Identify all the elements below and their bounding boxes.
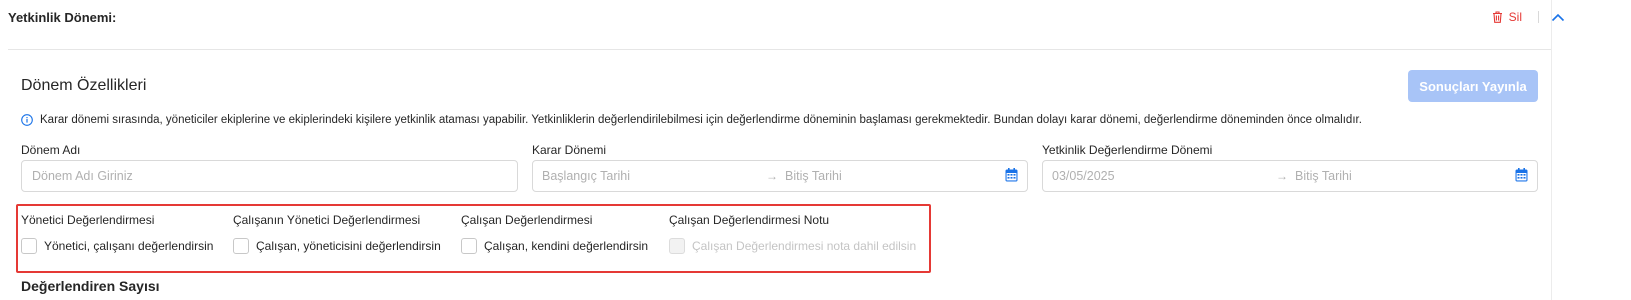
section-title: Dönem Özellikleri [21,77,147,94]
checkbox-label: Çalışan, kendini değerlendirsin [484,239,649,253]
period-name-label: Dönem Adı [21,143,81,157]
manager-evaluation-checkbox[interactable]: Yönetici, çalışanı değerlendirsin [21,238,213,254]
checkbox-label: Yönetici, çalışanı değerlendirsin [44,239,214,253]
calendar-icon[interactable] [1515,168,1528,182]
evaluation-period-label: Yetkinlik Değerlendirme Dönemi [1042,143,1213,157]
calendar-icon[interactable] [1005,168,1018,182]
next-section-title: Değerlendiren Sayısı [21,278,160,294]
checkbox-box[interactable] [233,238,249,254]
upward-evaluation-title: Çalışanın Yönetici Değerlendirmesi [233,213,421,227]
period-name-field [21,160,518,192]
range-arrow-icon: → [766,169,778,183]
header-divider [1538,11,1539,23]
evaluation-end-date[interactable]: Bitiş Tarihi [1295,161,1352,191]
checkbox-box[interactable] [21,238,37,254]
self-evaluation-score-checkbox: Çalışan Değerlendirmesi nota dahil edils… [669,238,916,254]
period-header: Yetkinlik Dönemi: Sil [0,0,1631,36]
delete-label: Sil [1508,10,1522,24]
period-header-title: Yetkinlik Dönemi: [8,10,117,25]
info-message: Karar dönemi sırasında, yöneticiler ekip… [21,114,1362,126]
evaluation-period-range[interactable]: 03/05/2025 → Bitiş Tarihi [1042,160,1538,192]
header-actions: Sil [1492,10,1565,24]
checkbox-box [669,238,685,254]
publish-results-button[interactable]: Sonuçları Yayınla [1408,70,1538,102]
decision-period-range[interactable]: Başlangıç Tarihi → Bitiş Tarihi [532,160,1028,192]
manager-evaluation-title: Yönetici Değerlendirmesi [21,213,155,227]
self-evaluation-score-title: Çalışan Değerlendirmesi Notu [669,213,830,227]
delete-button[interactable]: Sil [1492,10,1522,24]
checkbox-label: Çalışan, yöneticisini değerlendirsin [256,239,441,253]
self-evaluation-title: Çalışan Değerlendirmesi [461,213,593,227]
decision-period-label: Karar Dönemi [532,143,607,157]
card-border [1551,0,1552,300]
evaluation-start-date[interactable]: 03/05/2025 [1052,161,1115,191]
decision-start-date[interactable]: Başlangıç Tarihi [542,161,630,191]
upward-evaluation-checkbox[interactable]: Çalışan, yöneticisini değerlendirsin [233,238,441,254]
info-icon [21,114,33,126]
collapse-button[interactable] [1551,13,1565,22]
checkbox-box[interactable] [461,238,477,254]
info-text: Karar dönemi sırasında, yöneticiler ekip… [40,114,1362,126]
self-evaluation-checkbox[interactable]: Çalışan, kendini değerlendirsin [461,238,648,254]
checkbox-label: Çalışan Değerlendirmesi nota dahil edils… [692,239,917,253]
period-name-input[interactable] [22,161,517,191]
trash-icon [1492,11,1502,23]
chevron-up-icon [1551,13,1565,21]
decision-end-date[interactable]: Bitiş Tarihi [785,161,842,191]
range-arrow-icon: → [1276,169,1288,183]
header-divider-line [8,49,1551,50]
